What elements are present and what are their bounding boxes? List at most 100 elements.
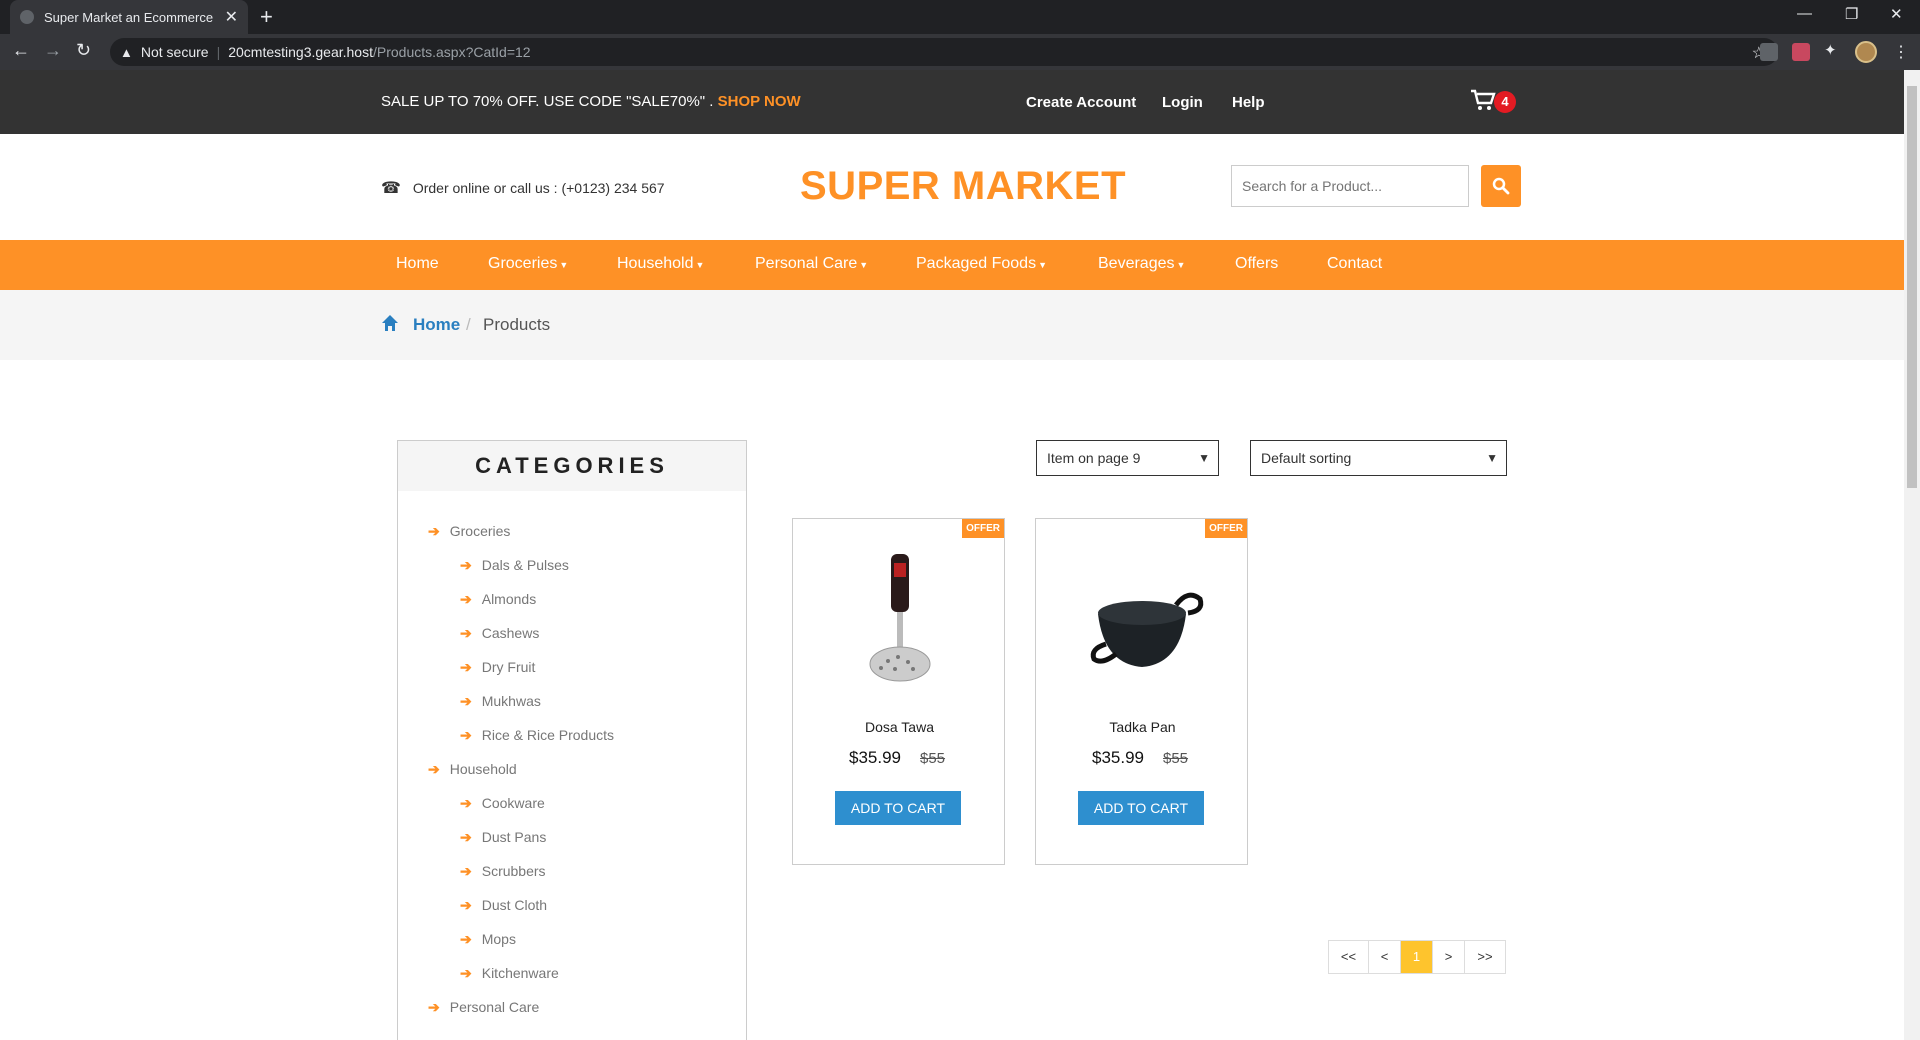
close-tab-icon[interactable]: ✕ bbox=[225, 7, 238, 27]
subcategory-mukhwas[interactable]: ➔ Mukhwas bbox=[460, 693, 541, 710]
arrow-right-icon: ➔ bbox=[428, 523, 440, 539]
profile-avatar[interactable] bbox=[1855, 41, 1877, 63]
first-page-button[interactable]: << bbox=[1329, 941, 1369, 973]
back-icon[interactable]: ← bbox=[12, 40, 30, 61]
category-household[interactable]: ➔ Household bbox=[428, 761, 517, 778]
tab-title: Super Market an Ecommerce Onl bbox=[44, 9, 217, 25]
subcategory-mops[interactable]: ➔ Mops bbox=[460, 931, 516, 948]
subcategory-dust-pans[interactable]: ➔ Dust Pans bbox=[460, 829, 546, 846]
product-card[interactable]: OFFER Dosa Tawa $35.99 $55 ADD TO CART bbox=[792, 518, 1005, 865]
potato-masher-image bbox=[869, 554, 931, 682]
browser-tab-strip: Super Market an Ecommerce Onl ✕ + — ❐ ✕ bbox=[0, 0, 1920, 34]
cart-count-badge: 4 bbox=[1494, 91, 1516, 113]
phone-text: Order online or call us : (+0123) 234 56… bbox=[412, 180, 665, 196]
nav-label: Groceries bbox=[488, 255, 558, 272]
search-button[interactable] bbox=[1481, 165, 1521, 207]
login-link[interactable]: Login bbox=[1162, 94, 1203, 111]
category-label: Mukhwas bbox=[481, 693, 541, 709]
contact-info: ☎ Order online or call us : (+0123) 234 … bbox=[381, 178, 665, 198]
new-tab-icon[interactable]: + bbox=[260, 4, 273, 30]
menu-icon[interactable]: ⋮ bbox=[1893, 42, 1909, 62]
browser-tab[interactable]: Super Market an Ecommerce Onl ✕ bbox=[10, 0, 248, 34]
caret-down-icon: ▼ bbox=[1038, 260, 1047, 270]
next-page-button[interactable]: > bbox=[1433, 941, 1465, 973]
subcategory-kitchenware[interactable]: ➔ Kitchenware bbox=[460, 965, 559, 982]
site-logo[interactable]: SUPER MARKET bbox=[800, 164, 1126, 209]
prev-page-button[interactable]: < bbox=[1369, 941, 1401, 973]
category-label: Almonds bbox=[481, 591, 537, 607]
subcategory-rice[interactable]: ➔ Rice & Rice Products bbox=[460, 727, 614, 744]
arrow-right-icon: ➔ bbox=[460, 931, 472, 947]
nav-label: Household bbox=[617, 255, 694, 272]
arrow-right-icon: ➔ bbox=[460, 659, 472, 675]
extension-icon[interactable] bbox=[1792, 43, 1810, 61]
subcategory-almonds[interactable]: ➔ Almonds bbox=[460, 591, 536, 608]
arrow-right-icon: ➔ bbox=[460, 591, 472, 607]
nav-label: Offers bbox=[1235, 255, 1279, 272]
nav-home[interactable]: Home bbox=[396, 255, 439, 273]
nav-offers[interactable]: Offers bbox=[1235, 255, 1278, 273]
product-card[interactable]: OFFER Tadka Pan $35.99 $55 ADD TO CART bbox=[1035, 518, 1248, 865]
nav-beverages[interactable]: Beverages ▼ bbox=[1098, 255, 1185, 273]
categories-title: CATEGORIES bbox=[398, 441, 746, 491]
category-label: Mops bbox=[481, 931, 516, 947]
add-to-cart-button[interactable]: ADD TO CART bbox=[1078, 791, 1204, 825]
shop-now-link[interactable]: SHOP NOW bbox=[718, 93, 801, 110]
page-1-button[interactable]: 1 bbox=[1401, 941, 1433, 973]
categories-sidebar: CATEGORIES ➔ Groceries ➔ Dals & Pulses ➔ Al… bbox=[397, 440, 747, 1040]
nav-household[interactable]: Household ▼ bbox=[617, 255, 704, 273]
minimize-icon[interactable]: — bbox=[1797, 5, 1812, 22]
product-name[interactable]: Tadka Pan bbox=[1036, 719, 1249, 735]
forward-icon[interactable]: → bbox=[44, 40, 62, 61]
chevron-down-icon: ▼ bbox=[1198, 451, 1210, 465]
nav-personal-care[interactable]: Personal Care ▼ bbox=[755, 255, 868, 273]
breadcrumb-current: Products bbox=[483, 315, 551, 334]
category-personal-care[interactable]: ➔ Personal Care bbox=[428, 999, 539, 1016]
add-to-cart-button[interactable]: ADD TO CART bbox=[835, 791, 961, 825]
subcategory-cashews[interactable]: ➔ Cashews bbox=[460, 625, 539, 642]
product-price: $35.99 bbox=[1092, 748, 1144, 767]
extension-icon[interactable] bbox=[1760, 43, 1778, 61]
category-label: Cashews bbox=[481, 625, 540, 641]
chevron-down-icon: ▼ bbox=[1486, 451, 1498, 465]
page-scrollbar[interactable] bbox=[1904, 70, 1920, 1040]
help-link[interactable]: Help bbox=[1232, 94, 1265, 111]
breadcrumb-home[interactable]: Home bbox=[413, 315, 460, 335]
last-page-button[interactable]: >> bbox=[1465, 941, 1505, 973]
reload-icon[interactable]: ↻ bbox=[76, 40, 91, 61]
create-account-link[interactable]: Create Account bbox=[1026, 94, 1136, 111]
product-old-price: $55 bbox=[1163, 750, 1189, 767]
arrow-right-icon: ➔ bbox=[460, 795, 472, 811]
category-groceries[interactable]: ➔ Groceries bbox=[428, 523, 510, 540]
category-label: Scrubbers bbox=[481, 863, 546, 879]
address-bar[interactable]: ▲ Not secure | 20cmtesting3.gear.host/Pr… bbox=[110, 38, 1778, 66]
sorting-select[interactable]: Default sorting ▼ bbox=[1250, 440, 1507, 476]
pagination: << < 1 > >> bbox=[1328, 940, 1506, 974]
nav-groceries[interactable]: Groceries ▼ bbox=[488, 255, 568, 273]
subcategory-dust-cloth[interactable]: ➔ Dust Cloth bbox=[460, 897, 547, 914]
arrow-right-icon: ➔ bbox=[460, 829, 472, 845]
product-name[interactable]: Dosa Tawa bbox=[793, 719, 1006, 735]
items-per-page-select[interactable]: Item on page 9 ▼ bbox=[1036, 440, 1219, 476]
browser-toolbar: ← → ↻ ▲ Not secure | 20cmtesting3.gear.h… bbox=[0, 34, 1920, 70]
category-label: Dals & Pulses bbox=[481, 557, 569, 573]
puzzle-icon[interactable]: ✦ bbox=[1824, 41, 1842, 59]
nav-label: Home bbox=[396, 255, 439, 272]
close-window-icon[interactable]: ✕ bbox=[1890, 5, 1903, 23]
site-header: ☎ Order online or call us : (+0123) 234 … bbox=[0, 134, 1904, 240]
nav-packaged-foods[interactable]: Packaged Foods ▼ bbox=[916, 255, 1047, 273]
select-value: Item on page 9 bbox=[1047, 450, 1141, 466]
scrollbar-thumb[interactable] bbox=[1907, 86, 1917, 488]
subcategory-cookware[interactable]: ➔ Cookware bbox=[460, 795, 545, 812]
subcategory-dry-fruit[interactable]: ➔ Dry Fruit bbox=[460, 659, 535, 676]
restore-icon[interactable]: ❐ bbox=[1845, 5, 1858, 23]
search-input[interactable] bbox=[1231, 165, 1469, 207]
address-separator: | bbox=[216, 44, 221, 60]
category-label: Dust Pans bbox=[481, 829, 547, 845]
nav-contact[interactable]: Contact bbox=[1327, 255, 1382, 273]
cart-button[interactable]: 4 bbox=[1470, 88, 1522, 116]
subcategory-scrubbers[interactable]: ➔ Scrubbers bbox=[460, 863, 546, 880]
subcategory-dals-pulses[interactable]: ➔ Dals & Pulses bbox=[460, 557, 569, 574]
nav-label: Beverages bbox=[1098, 255, 1175, 272]
arrow-right-icon: ➔ bbox=[460, 693, 472, 709]
